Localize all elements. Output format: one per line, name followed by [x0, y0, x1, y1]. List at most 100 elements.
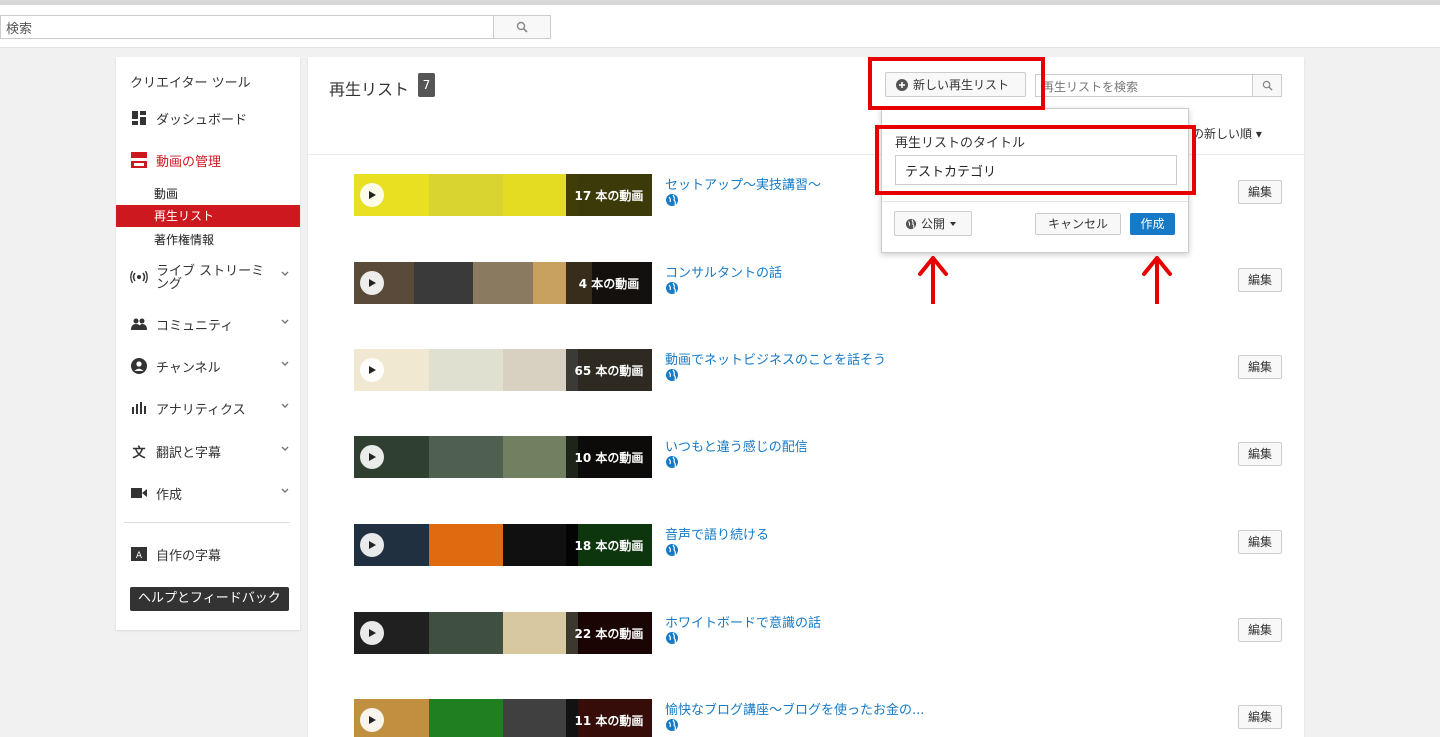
globe-icon	[666, 544, 678, 556]
subtitles-icon: A	[130, 546, 148, 562]
privacy-label: 公開	[921, 217, 946, 231]
playlist-title-link[interactable]: コンサルタントの話	[665, 262, 782, 281]
chevron-down-icon	[281, 361, 289, 366]
globe-icon	[666, 369, 678, 381]
arrow-up-icon	[1142, 256, 1172, 304]
analytics-icon	[130, 400, 148, 416]
video-count-overlay: 18 本の動画	[566, 524, 652, 566]
playlist-row: 65 本の動画 動画でネットビジネスのことを話そう 編集	[308, 349, 1304, 409]
creator-sidebar: クリエイター ツール ダッシュボード 動画の管理 動画 再生リスト 著作権情報 …	[116, 57, 300, 630]
sidebar-item-label: 動画の管理	[156, 154, 222, 170]
playlist-thumbnail[interactable]: 4 本の動画	[354, 262, 652, 304]
playlist-search-input[interactable]: 再生リストを検索	[1035, 74, 1253, 97]
video-manager-icon	[130, 152, 148, 168]
edit-button[interactable]: 編集	[1238, 705, 1282, 729]
sidebar-sub-videos[interactable]: 動画	[154, 185, 178, 202]
sidebar-item-community[interactable]: コミュニティ	[130, 313, 290, 335]
sidebar-item-live[interactable]: ライブ ストリーミング	[130, 265, 290, 295]
edit-button[interactable]: 編集	[1238, 180, 1282, 204]
chevron-down-icon	[281, 319, 289, 324]
annotation-box-new-playlist	[868, 57, 1045, 110]
globe-icon	[666, 456, 678, 468]
sidebar-item-channel[interactable]: チャンネル	[130, 355, 290, 377]
playlist-thumbnail[interactable]: 18 本の動画	[354, 524, 652, 566]
sidebar-sub-copyright[interactable]: 著作権情報	[154, 231, 214, 248]
chevron-down-icon	[281, 403, 289, 408]
chevron-down-icon	[281, 488, 289, 493]
privacy-dropdown[interactable]: 公開	[894, 211, 972, 236]
edit-button[interactable]: 編集	[1238, 355, 1282, 379]
channel-icon	[130, 358, 148, 374]
globe-icon	[666, 719, 678, 731]
video-count-overlay: 10 本の動画	[566, 436, 652, 478]
play-icon	[360, 533, 384, 557]
playlist-title-link[interactable]: 音声で語り続ける	[665, 524, 769, 543]
sidebar-item-label: アナリティクス	[156, 402, 246, 418]
video-count-overlay: 4 本の動画	[566, 262, 652, 304]
edit-button[interactable]: 編集	[1238, 268, 1282, 292]
top-search-button[interactable]	[493, 15, 551, 39]
sidebar-item-translate[interactable]: 文 翻訳と字幕	[130, 440, 290, 462]
play-icon	[360, 358, 384, 382]
playlist-row: 11 本の動画 愉快なブログ講座～ブログを使ったお金の... 編集	[308, 699, 1304, 737]
playlist-thumbnail[interactable]: 10 本の動画	[354, 436, 652, 478]
sidebar-item-analytics[interactable]: アナリティクス	[130, 397, 290, 419]
playlist-title-link[interactable]: ホワイトボードで意識の話	[665, 612, 821, 631]
annotation-box-title-input	[875, 125, 1196, 195]
playlist-row: 22 本の動画 ホワイトボードで意識の話 編集	[308, 612, 1304, 672]
sidebar-item-subtitles[interactable]: A 自作の字幕	[130, 543, 290, 565]
create-button[interactable]: 作成	[1130, 213, 1175, 235]
community-icon	[130, 316, 148, 332]
page-title: 再生リスト	[329, 80, 410, 99]
sidebar-title: クリエイター ツール	[130, 76, 251, 91]
create-icon	[130, 485, 148, 501]
playlist-thumbnail[interactable]: 22 本の動画	[354, 612, 652, 654]
sidebar-sub-playlists[interactable]: 再生リスト	[116, 205, 300, 227]
sort-dropdown[interactable]: の新しい順 ▾	[1192, 125, 1262, 142]
video-count-overlay: 17 本の動画	[566, 174, 652, 216]
playlist-title-link[interactable]: 動画でネットビジネスのことを話そう	[665, 349, 886, 368]
video-count-overlay: 11 本の動画	[566, 699, 652, 737]
top-bar: 検索	[0, 0, 1440, 48]
play-icon	[360, 271, 384, 295]
chevron-down-icon	[281, 271, 289, 276]
video-count-overlay: 22 本の動画	[566, 612, 652, 654]
playlist-thumbnail[interactable]: 17 本の動画	[354, 174, 652, 216]
sidebar-item-label: チャンネル	[156, 360, 221, 376]
arrow-up-icon	[918, 256, 948, 304]
playlist-search-button[interactable]	[1252, 74, 1282, 97]
translate-icon: 文	[132, 445, 146, 461]
search-icon	[1262, 80, 1273, 91]
video-count-overlay: 65 本の動画	[566, 349, 652, 391]
caret-down-icon	[950, 221, 957, 226]
playlist-title-link[interactable]: 愉快なブログ講座～ブログを使ったお金の...	[665, 699, 924, 718]
sidebar-item-video-manager[interactable]: 動画の管理	[130, 149, 290, 171]
edit-button[interactable]: 編集	[1238, 618, 1282, 642]
play-icon	[360, 183, 384, 207]
sidebar-item-label: コミュニティ	[156, 318, 234, 334]
playlist-thumbnail[interactable]: 11 本の動画	[354, 699, 652, 737]
play-icon	[360, 708, 384, 732]
sidebar-item-label: 翻訳と字幕	[156, 445, 222, 461]
play-icon	[360, 445, 384, 469]
playlist-row: 18 本の動画 音声で語り続ける 編集	[308, 524, 1304, 584]
playlist-title-link[interactable]: いつもと違う感じの配信	[665, 436, 808, 455]
playlist-row: 10 本の動画 いつもと違う感じの配信 編集	[308, 436, 1304, 496]
sidebar-item-dashboard[interactable]: ダッシュボード	[130, 107, 290, 129]
edit-button[interactable]: 編集	[1238, 442, 1282, 466]
cancel-button[interactable]: キャンセル	[1035, 213, 1121, 235]
playlist-title-link[interactable]: セットアップ～実技講習～	[665, 174, 821, 193]
playlist-thumbnail[interactable]: 65 本の動画	[354, 349, 652, 391]
globe-icon	[905, 218, 917, 229]
sidebar-item-label: 作成	[156, 487, 183, 503]
sidebar-item-create[interactable]: 作成	[130, 482, 290, 504]
popup-divider	[882, 201, 1188, 202]
dashboard-icon	[130, 110, 148, 126]
search-icon	[516, 21, 528, 33]
help-feedback-button[interactable]: ヘルプとフィードバック	[130, 587, 289, 611]
sidebar-divider	[124, 522, 290, 523]
svg-text:A: A	[136, 551, 143, 561]
edit-button[interactable]: 編集	[1238, 530, 1282, 554]
top-search-input[interactable]: 検索	[0, 15, 494, 39]
sidebar-item-label: ダッシュボード	[156, 112, 248, 128]
